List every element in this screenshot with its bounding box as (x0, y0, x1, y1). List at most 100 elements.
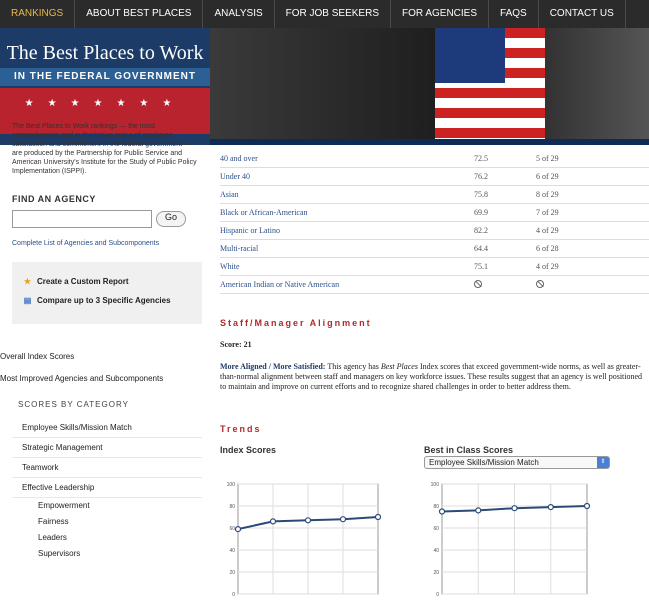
category-item[interactable]: Teamwork (12, 458, 202, 478)
no-data-icon (474, 280, 482, 288)
go-button[interactable]: Go (156, 211, 187, 227)
row-score: 82.2 (474, 226, 488, 235)
nav-faqs[interactable]: FAQS (489, 0, 539, 28)
nav-rankings[interactable]: RANKINGS (0, 0, 76, 28)
row-score: 69.9 (474, 208, 488, 217)
find-agency-box: FIND AN AGENCY Go Complete List of Agenc… (12, 194, 202, 247)
y-tick-label: 20 (433, 570, 439, 576)
agency-search-input[interactable] (12, 210, 152, 228)
category-list: Employee Skills/Mission Match Strategic … (12, 418, 202, 562)
data-point (269, 518, 277, 525)
subcategory-item[interactable]: Empowerment (12, 498, 202, 514)
row-rank: 7 of 29 (536, 208, 559, 217)
row-rank: 4 of 29 (536, 262, 559, 271)
y-tick-label: 80 (433, 504, 439, 510)
subcategory-item[interactable]: Leaders (12, 530, 202, 546)
category-select-value: Employee Skills/Mission Match (429, 458, 539, 467)
category-item[interactable]: Employee Skills/Mission Match (12, 418, 202, 438)
data-point (547, 504, 554, 511)
index-scores-title: Index Scores (220, 445, 277, 455)
row-rank: 4 of 29 (536, 226, 559, 235)
row-label-link[interactable]: Under 40 (220, 168, 474, 185)
y-tick-label: 100 (431, 482, 440, 488)
overall-index-link[interactable]: Overall Index Scores (0, 346, 205, 368)
create-report-link[interactable]: ★ Create a Custom Report (22, 276, 192, 287)
row-label-link[interactable]: 40 and over (220, 150, 474, 167)
logo-stars: ★★★★★★★ (24, 98, 186, 109)
top-nav: RANKINGS ABOUT BEST PLACES ANALYSIS FOR … (0, 0, 649, 28)
table-row: Asian 75.8 8 of 29 (220, 186, 649, 204)
subcategory-item[interactable]: Supervisors (12, 546, 202, 562)
trends-title: Trends (220, 424, 262, 434)
data-point (511, 505, 518, 512)
table-row: Hispanic or Latino 82.2 4 of 29 (220, 222, 649, 240)
compare-agencies-link[interactable]: ▤ Compare up to 3 Specific Agencies (22, 295, 192, 306)
y-tick-label: 100 (227, 482, 236, 488)
data-point (583, 502, 591, 510)
table-row: American Indian or Native American (220, 276, 649, 294)
nav-contact[interactable]: CONTACT US (539, 0, 626, 28)
row-score: 64.4 (474, 244, 488, 253)
y-tick-label: 0 (436, 592, 439, 598)
star-icon: ★ (23, 277, 32, 286)
nav-about[interactable]: ABOUT BEST PLACES (75, 0, 204, 28)
table-row: Black or African-American 69.9 7 of 29 (220, 204, 649, 222)
row-rank: 6 of 29 (536, 172, 559, 181)
row-rank: 5 of 29 (536, 154, 559, 163)
row-label-link[interactable]: Multi-racial (220, 240, 474, 257)
no-data-icon (536, 280, 544, 288)
category-item[interactable]: Strategic Management (12, 438, 202, 458)
category-select[interactable]: Employee Skills/Mission Match ⇕ (424, 456, 610, 469)
demographic-table: 40 and over 72.5 5 of 29 Under 40 76.2 6 of … (220, 150, 649, 294)
data-point (438, 508, 446, 515)
y-tick-label: 40 (433, 548, 439, 554)
row-score: 75.1 (474, 262, 488, 271)
y-tick-label: 60 (433, 526, 439, 532)
y-tick-label: 40 (229, 548, 235, 554)
compare-icon: ▤ (23, 296, 32, 305)
row-label-link[interactable]: Hispanic or Latino (220, 222, 474, 239)
table-row: White 75.1 4 of 29 (220, 258, 649, 276)
row-label-link[interactable]: White (220, 258, 474, 275)
row-label-link[interactable]: Asian (220, 186, 474, 203)
alignment-text: More Aligned / More Satisfied: This agen… (220, 362, 645, 392)
row-score: 75.8 (474, 190, 488, 199)
row-rank: 8 of 29 (536, 190, 559, 199)
data-point (304, 517, 312, 524)
alignment-text-em: Best Places (380, 362, 418, 371)
most-improved-link[interactable]: Most Improved Agencies and Subcomponents (0, 368, 205, 390)
y-tick-label: 80 (229, 504, 235, 510)
nav-agencies[interactable]: FOR AGENCIES (391, 0, 490, 28)
index-scores-chart: 0 20 40 60 80 100 (227, 482, 382, 598)
row-label-link[interactable]: Black or African-American (220, 204, 474, 221)
data-point (374, 513, 382, 521)
table-row: Under 40 76.2 6 of 29 (220, 168, 649, 186)
table-row: 40 and over 72.5 5 of 29 (220, 150, 649, 168)
chevron-updown-icon: ⇕ (597, 457, 609, 468)
nav-analysis[interactable]: ANALYSIS (203, 0, 275, 28)
logo-title: The Best Places to Work (6, 42, 204, 64)
alignment-score: Score: 21 (220, 340, 252, 349)
best-in-class-chart: 0 20 40 60 80 100 (431, 482, 591, 598)
flag-canton (435, 28, 505, 83)
compare-label: Compare up to 3 Specific Agencies (37, 296, 171, 305)
alignment-text-before: This agency has (325, 362, 381, 371)
row-label-link[interactable]: American Indian or Native American (220, 276, 474, 293)
complete-list-link[interactable]: Complete List of Agencies and Subcompone… (12, 240, 202, 247)
create-report-label: Create a Custom Report (37, 277, 129, 286)
category-item[interactable]: Effective Leadership (12, 478, 202, 498)
side-links: Overall Index Scores Most Improved Agenc… (0, 346, 205, 390)
y-tick-label: 20 (229, 570, 235, 576)
scores-by-category-title: SCORES BY CATEGORY (18, 400, 129, 409)
row-score: 76.2 (474, 172, 488, 181)
alignment-title: Staff/Manager Alignment (220, 318, 372, 328)
best-in-class-title: Best in Class Scores (424, 445, 514, 455)
hero-bar (210, 139, 649, 145)
subcategory-item[interactable]: Fairness (12, 514, 202, 530)
nav-job-seekers[interactable]: FOR JOB SEEKERS (275, 0, 391, 28)
table-row: Multi-racial 64.4 6 of 28 (220, 240, 649, 258)
intro-text: The Best Places to Work rankings — the m… (12, 123, 197, 175)
data-point (339, 516, 347, 523)
y-tick-label: 0 (232, 592, 235, 598)
find-agency-title: FIND AN AGENCY (12, 194, 96, 204)
